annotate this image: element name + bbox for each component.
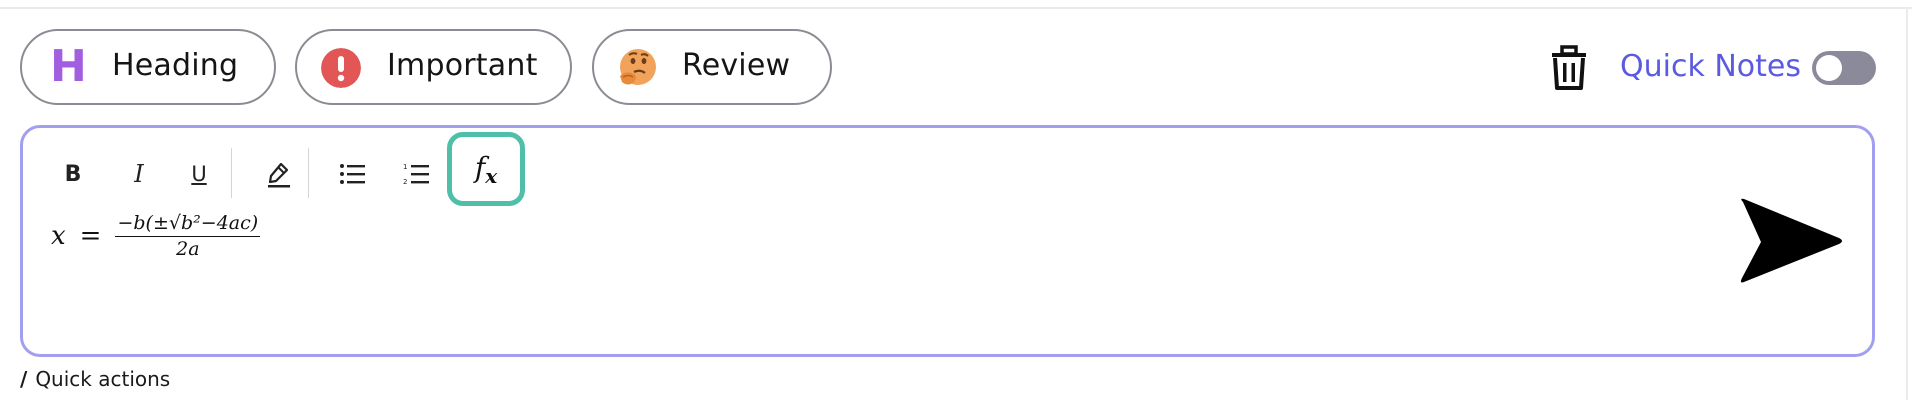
svg-text:2: 2	[403, 178, 407, 186]
tag-heading-label: Heading	[112, 48, 239, 83]
trash-icon[interactable]	[1548, 45, 1590, 91]
underline-button[interactable]: U	[181, 154, 217, 194]
formula-denominator: 2a	[176, 238, 200, 260]
formula-lhs: x	[51, 220, 66, 251]
tag-important-label: Important	[387, 48, 538, 83]
formula-button[interactable]: fx	[447, 132, 525, 206]
right-divider	[1906, 7, 1908, 400]
formula-icon-f: f	[474, 150, 486, 184]
numbered-list-button[interactable]: 1 2	[397, 154, 437, 194]
note-editor[interactable]: B I U 1 2 fx x = −b(±√b²−4ac) 2a	[20, 125, 1875, 357]
formula-numerator: −b(±√b²−4ac)	[115, 210, 261, 237]
formula-icon: fx	[475, 151, 497, 188]
tag-heading-button[interactable]: H Heading	[20, 29, 276, 105]
tag-important-button[interactable]: Important	[295, 29, 572, 105]
heading-h-icon: H	[50, 41, 87, 92]
bullet-list-button[interactable]	[333, 154, 373, 194]
svg-text:1: 1	[403, 163, 407, 171]
quick-actions-hint: / Quick actions	[20, 367, 170, 391]
bullet-list-icon	[340, 164, 365, 184]
exclamation-icon	[321, 48, 361, 88]
math-formula: x = −b(±√b²−4ac) 2a	[51, 210, 261, 261]
bold-button[interactable]: B	[55, 154, 91, 194]
slash-glyph: /	[20, 367, 28, 391]
quick-notes-label[interactable]: Quick Notes	[1620, 49, 1801, 84]
quick-notes-toggle[interactable]	[1812, 51, 1876, 85]
formula-equals: =	[79, 220, 102, 251]
italic-button[interactable]: I	[121, 154, 157, 194]
numbered-list-icon: 1 2	[403, 163, 429, 186]
formula-icon-x: x	[485, 163, 498, 188]
quick-actions-text: Quick actions	[35, 367, 171, 391]
top-divider	[0, 7, 1912, 9]
highlight-button[interactable]	[259, 154, 299, 194]
thinking-face-icon	[620, 49, 656, 85]
highlighter-icon	[268, 162, 290, 188]
toolbar-separator	[308, 148, 309, 198]
quick-notes-toggle-knob	[1816, 55, 1842, 81]
send-arrow-icon[interactable]	[1735, 190, 1845, 300]
tag-review-label: Review	[682, 48, 791, 83]
formula-fraction: −b(±√b²−4ac) 2a	[115, 210, 261, 261]
toolbar-separator	[231, 148, 232, 198]
tag-review-button[interactable]: Review	[592, 29, 832, 105]
